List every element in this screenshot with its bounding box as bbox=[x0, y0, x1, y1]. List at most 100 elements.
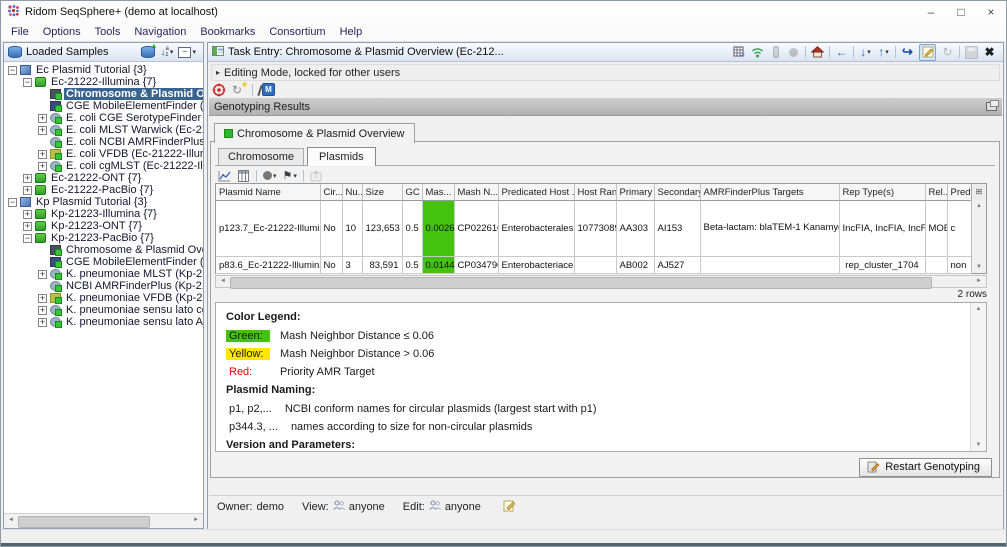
table-cell[interactable]: IncFIA, IncFIA, IncFIB bbox=[839, 200, 926, 257]
sort-icon[interactable]: ↓ a z ▾ bbox=[160, 45, 174, 60]
refresh-star-icon[interactable]: ↻ ★ bbox=[232, 80, 248, 97]
table-cell[interactable]: CP034790 bbox=[454, 256, 499, 274]
menu-help[interactable]: Help bbox=[333, 26, 370, 38]
tree-collapse-menu-icon[interactable]: − ▾ bbox=[178, 45, 196, 60]
tree-item[interactable]: CGE MobileElementFinder (Kp-21223-PacB bbox=[4, 256, 203, 268]
flag-menu-icon[interactable]: ⚑ ▾ bbox=[283, 168, 297, 183]
target-icon[interactable] bbox=[212, 82, 226, 97]
export-table-icon[interactable] bbox=[733, 45, 746, 60]
expand-icon[interactable]: + bbox=[38, 125, 47, 135]
tab-chromosome-plasmid-overview[interactable]: Chromosome & Plasmid Overview bbox=[214, 123, 415, 143]
column-header[interactable]: Mas... bbox=[422, 184, 455, 201]
edit-permissions-icon[interactable] bbox=[503, 499, 516, 515]
tree-item[interactable]: − Kp-21223-PacBio {7} bbox=[4, 232, 203, 244]
column-header[interactable]: Primary ... bbox=[616, 184, 655, 201]
expand-icon[interactable]: + bbox=[38, 305, 47, 315]
table-row[interactable]: p83.6_Ec-21222-Illumina No 3 83,591 0.5 0.014… bbox=[216, 256, 972, 274]
table-cell[interactable]: No bbox=[320, 256, 343, 274]
expand-icon[interactable]: + bbox=[38, 149, 47, 159]
scroll-right-icon[interactable]: ► bbox=[190, 515, 202, 526]
tree-item[interactable]: + E. coli MLST Warwick (Ec-21222-Illumina… bbox=[4, 124, 203, 136]
legend-vertical-scrollbar[interactable]: ▲ ▼ bbox=[970, 303, 986, 451]
tab-plasmids[interactable]: Plasmids bbox=[307, 147, 376, 166]
tree-item[interactable]: + E. coli CGE SerotypeFinder (Ec-21222-Il… bbox=[4, 112, 203, 124]
table-vertical-scrollbar[interactable]: ▲ ▼ bbox=[971, 200, 986, 273]
expand-icon[interactable]: + bbox=[38, 113, 47, 123]
column-header[interactable]: Predicated Host ... bbox=[498, 184, 575, 201]
table-cell[interactable]: non bbox=[947, 256, 972, 274]
tree-item[interactable]: − Kp Plasmid Tutorial {3} bbox=[4, 196, 203, 208]
table-cell[interactable]: 3 bbox=[342, 256, 363, 274]
table-cell[interactable]: c bbox=[947, 200, 972, 257]
menu-tools[interactable]: Tools bbox=[88, 26, 128, 38]
collapse-icon[interactable]: − bbox=[8, 65, 17, 75]
menu-options[interactable]: Options bbox=[36, 26, 88, 38]
column-header[interactable]: Rep Type(s) bbox=[839, 184, 926, 201]
table-columns-icon[interactable] bbox=[237, 168, 250, 183]
scroll-left-icon[interactable]: ◄ bbox=[217, 276, 229, 287]
tree-item[interactable]: NCBI AMRFinderPlus (Kp-21223-PacBio) bbox=[4, 280, 203, 292]
table-cell[interactable]: Enterobacterales bbox=[498, 200, 575, 257]
expand-icon[interactable]: + bbox=[38, 317, 47, 327]
collapse-icon[interactable]: − bbox=[23, 233, 32, 243]
tree-item[interactable]: + K. pneumoniae sensu lato Accessory (Kp- bbox=[4, 316, 203, 328]
expand-icon[interactable]: + bbox=[38, 293, 47, 303]
tree-item[interactable]: + E. coli VFDB (Ec-21222-Illumina) bbox=[4, 148, 203, 160]
close-window-button[interactable]: × bbox=[976, 1, 1006, 23]
scroll-down-icon[interactable]: ▼ bbox=[971, 439, 986, 451]
column-header[interactable]: Nu... bbox=[342, 184, 363, 201]
table-cell[interactable]: 10773089; ... bbox=[574, 200, 617, 257]
table-cell[interactable]: No bbox=[320, 200, 343, 257]
goto-sample-icon[interactable]: ↪ bbox=[901, 44, 914, 60]
menu-navigation[interactable]: Navigation bbox=[127, 26, 193, 38]
expand-icon[interactable]: + bbox=[23, 221, 32, 231]
table-cell[interactable] bbox=[925, 256, 948, 274]
table-cell[interactable]: 0.0144 bbox=[422, 256, 455, 274]
column-header[interactable]: Rel... bbox=[925, 184, 948, 201]
menu-bookmarks[interactable]: Bookmarks bbox=[193, 26, 262, 38]
menu-consortium[interactable]: Consortium bbox=[262, 26, 332, 38]
color-mode-menu-icon[interactable]: ▾ bbox=[263, 168, 277, 183]
expand-icon[interactable]: + bbox=[38, 161, 47, 171]
table-horizontal-scrollbar[interactable]: ◄ ► bbox=[215, 275, 987, 289]
edit-mode-icon[interactable] bbox=[919, 43, 936, 61]
scroll-thumb[interactable] bbox=[230, 277, 932, 289]
tree-item[interactable]: Chromosome & Plasmid Overview (Kp-212 bbox=[4, 244, 203, 256]
menu-file[interactable]: File bbox=[4, 26, 36, 38]
column-header[interactable]: AMRFinderPlus Targets bbox=[700, 184, 840, 201]
scroll-down-icon[interactable]: ▼ bbox=[972, 261, 986, 273]
scroll-up-icon[interactable]: ▲ bbox=[972, 200, 986, 212]
table-cell[interactable] bbox=[574, 256, 617, 274]
table-cell[interactable]: 10 bbox=[342, 200, 363, 257]
home-icon[interactable] bbox=[811, 45, 824, 60]
table-cell[interactable]: Enterobacteriaceae bbox=[498, 256, 575, 274]
tree-item[interactable]: + K. pneumoniae VFDB (Kp-21223-PacBio) bbox=[4, 292, 203, 304]
table-cell[interactable]: CP022610 bbox=[454, 200, 499, 257]
scroll-thumb[interactable] bbox=[18, 516, 150, 528]
scroll-right-icon[interactable]: ► bbox=[973, 276, 985, 287]
expand-icon[interactable]: + bbox=[23, 209, 32, 219]
tree-item[interactable]: − Ec Plasmid Tutorial {3} bbox=[4, 64, 203, 76]
table-row[interactable]: p123.7_Ec-21222-Illumina No 10 123,653 0.5 0.… bbox=[216, 200, 972, 257]
tree-item[interactable]: + Kp-21223-ONT {7} bbox=[4, 220, 203, 232]
column-header[interactable]: Plasmid Name bbox=[216, 184, 321, 201]
tree-item[interactable]: + Ec-21222-ONT {7} bbox=[4, 172, 203, 184]
tree-item[interactable]: Chromosome & Plasmid Overview ( bbox=[4, 88, 203, 100]
table-cell[interactable]: AB002 bbox=[616, 256, 655, 274]
collapse-icon[interactable]: − bbox=[23, 77, 32, 87]
column-header[interactable]: Pred bbox=[947, 184, 972, 201]
column-header[interactable]: Size bbox=[362, 184, 403, 201]
column-header[interactable]: Mash N... bbox=[454, 184, 499, 201]
tree-item[interactable]: + E. coli cgMLST (Ec-21222-Illumina) bbox=[4, 160, 203, 172]
table-cell[interactable]: rep_cluster_1704 bbox=[839, 256, 926, 274]
table-cell[interactable]: 123,653 bbox=[362, 200, 403, 257]
expand-icon[interactable]: + bbox=[23, 173, 32, 183]
scroll-up-icon[interactable]: ▲ bbox=[971, 303, 986, 315]
minimize-button[interactable]: – bbox=[916, 1, 946, 23]
table-cell[interactable]: 0.0026 bbox=[422, 200, 455, 257]
tree-horizontal-scrollbar[interactable]: ◄ ► bbox=[4, 513, 203, 528]
column-config-icon[interactable]: ⊞ bbox=[971, 184, 986, 201]
down-navigation-icon[interactable]: ↓ ▾ bbox=[859, 45, 872, 60]
scroll-left-icon[interactable]: ◄ bbox=[5, 515, 17, 526]
table-cell[interactable]: AI153 bbox=[654, 200, 701, 257]
